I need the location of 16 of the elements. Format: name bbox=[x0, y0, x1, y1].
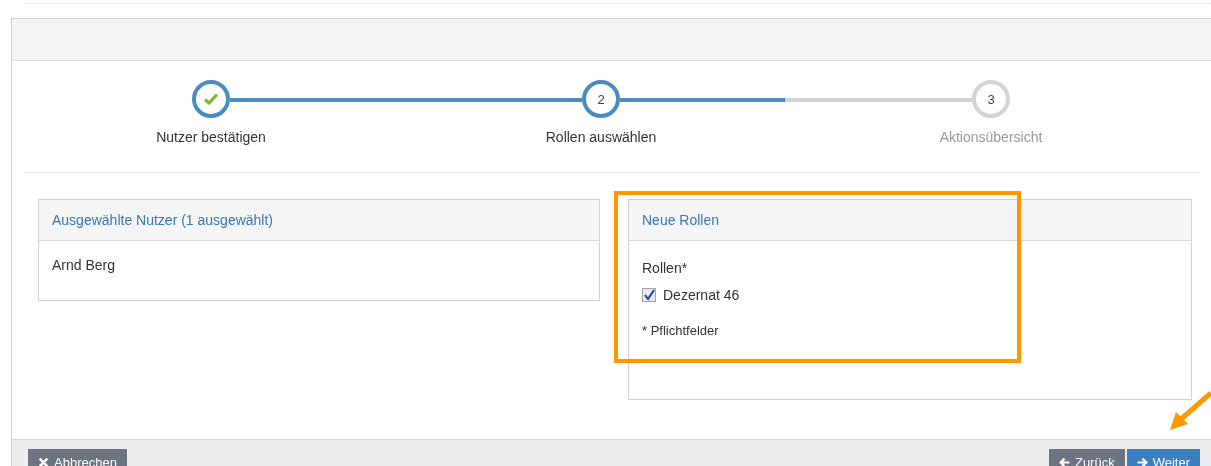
step-label: Nutzer bestätigen bbox=[156, 129, 266, 145]
step-label: Rollen auswählen bbox=[545, 129, 657, 145]
panel-title: Ausgewählte Nutzer (1 ausgewählt) bbox=[52, 212, 273, 228]
close-icon bbox=[38, 457, 49, 466]
user-name: Arnd Berg bbox=[52, 257, 116, 273]
required-note: * Pflichtfelder bbox=[642, 323, 720, 338]
arrow-left-icon bbox=[1058, 457, 1070, 466]
arrow-right-icon bbox=[1136, 457, 1148, 466]
check-icon bbox=[204, 93, 218, 105]
panel-title: Neue Rollen bbox=[642, 212, 720, 228]
checkbox[interactable] bbox=[642, 288, 656, 302]
step-number: 2 bbox=[597, 91, 605, 107]
step-number: 3 bbox=[987, 91, 995, 107]
field-label: Rollen* bbox=[642, 260, 689, 276]
checkbox-label: Dezernat 46 bbox=[663, 287, 740, 303]
step-label: Aktionsübersicht bbox=[939, 129, 1043, 145]
